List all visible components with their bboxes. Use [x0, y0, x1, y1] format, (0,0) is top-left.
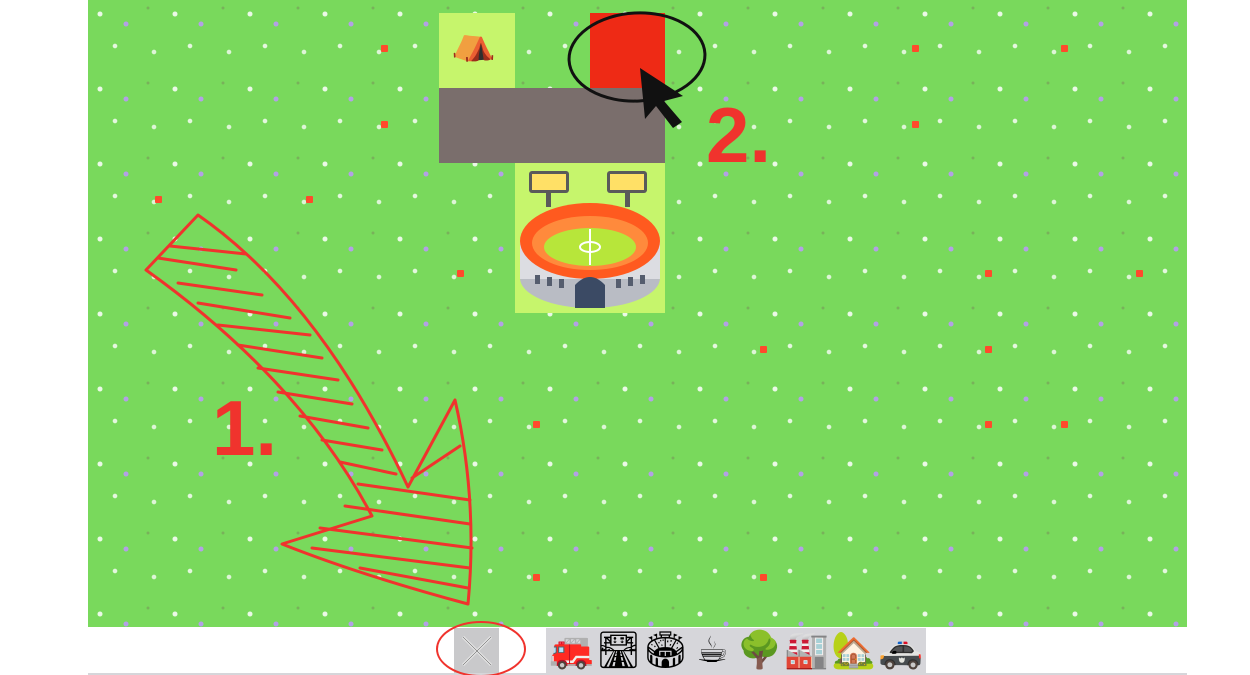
- step-1-label: 1.: [212, 384, 278, 472]
- flower-dot: [760, 346, 767, 353]
- flower-dot: [985, 421, 992, 428]
- stadium-tile[interactable]: [515, 163, 665, 313]
- close-button[interactable]: [454, 628, 499, 673]
- road-tile[interactable]: [439, 88, 665, 163]
- fire-engine-icon[interactable]: 🚒: [548, 628, 595, 673]
- selected-red-block[interactable]: [590, 13, 665, 88]
- flower-dot: [457, 270, 464, 277]
- factory-icon[interactable]: 🏭: [783, 628, 830, 673]
- police-car-icon[interactable]: 🚓: [877, 628, 924, 673]
- tree-icon[interactable]: 🌳: [736, 628, 783, 673]
- flower-dot: [533, 421, 540, 428]
- flower-dot: [155, 196, 162, 203]
- flower-dot: [533, 574, 540, 581]
- flower-dot: [912, 121, 919, 128]
- coffee-icon[interactable]: ☕: [689, 628, 736, 673]
- step-2-label: 2.: [706, 91, 772, 179]
- flower-dot: [306, 196, 313, 203]
- close-icon: [461, 635, 492, 666]
- flower-dot: [912, 45, 919, 52]
- flower-dot: [985, 270, 992, 277]
- flower-dot: [1061, 421, 1068, 428]
- flower-dot: [985, 346, 992, 353]
- flower-dot: [381, 45, 388, 52]
- house-icon[interactable]: 🏡: [830, 628, 877, 673]
- game-board[interactable]: ⛺: [88, 0, 1187, 627]
- flower-dot: [1136, 270, 1143, 277]
- stadium-icon: [520, 171, 660, 308]
- build-tool-strip: 🚒 🛣 🏟 ☕ 🌳 🏭 🏡 🚓: [546, 628, 926, 673]
- flower-dot: [381, 121, 388, 128]
- motorway-icon[interactable]: 🛣: [595, 628, 642, 673]
- stadium-icon[interactable]: 🏟: [642, 628, 689, 673]
- tent-icon: ⛺: [451, 22, 496, 63]
- flower-dot: [760, 574, 767, 581]
- flower-dot: [1061, 45, 1068, 52]
- tent-tile[interactable]: ⛺: [439, 13, 515, 88]
